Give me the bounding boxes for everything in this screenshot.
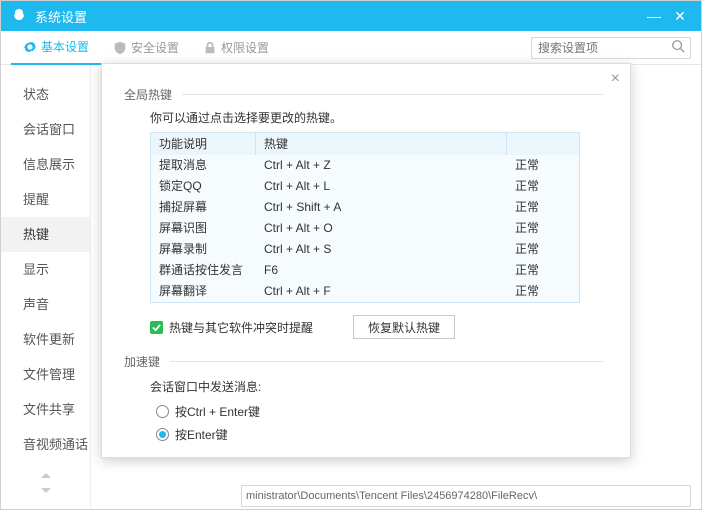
section-label: 全局热键 (124, 86, 172, 103)
lock-icon (203, 41, 217, 55)
radio-label: 按Ctrl + Enter键 (175, 403, 260, 420)
sidebar-item-update[interactable]: 软件更新 (1, 322, 90, 357)
cell-hotkey: Ctrl + Alt + Z (256, 155, 507, 176)
table-row[interactable]: 群通话按住发言F6正常 (151, 260, 579, 281)
radio-ctrl-enter[interactable]: 按Ctrl + Enter键 (156, 403, 604, 420)
cell-function: 锁定QQ (151, 176, 256, 197)
cell-function: 提取消息 (151, 155, 256, 176)
table-row[interactable]: 屏幕翻译Ctrl + Alt + F正常 (151, 281, 579, 302)
radio-icon (156, 405, 169, 418)
tab-label: 安全设置 (131, 39, 179, 56)
section-global-hotkeys: 全局热键 (124, 86, 604, 103)
cell-function: 屏幕识图 (151, 218, 256, 239)
titlebar: 系统设置 — ✕ (1, 1, 701, 31)
radio-enter[interactable]: 按Enter键 (156, 426, 604, 443)
tab-security-settings[interactable]: 安全设置 (101, 31, 191, 65)
header-status (507, 133, 579, 155)
sidebar-item-reminder[interactable]: 提醒 (1, 182, 90, 217)
section-label: 加速键 (124, 353, 160, 370)
global-hotkey-desc: 你可以通过点击选择要更改的热键。 (150, 109, 604, 126)
sidebar-item-av-call[interactable]: 音视频通话 (1, 427, 90, 462)
cell-hotkey: Ctrl + Alt + F (256, 281, 507, 302)
search-icon[interactable] (671, 39, 685, 56)
sidebar-item-chat-window[interactable]: 会话窗口 (1, 112, 90, 147)
restore-default-hotkeys-button[interactable]: 恢复默认热键 (353, 315, 455, 339)
cell-hotkey: Ctrl + Alt + O (256, 218, 507, 239)
cell-status: 正常 (507, 260, 579, 281)
header-hotkey: 热键 (256, 133, 507, 155)
search-wrap (531, 37, 691, 59)
file-path-field[interactable]: ministrator\Documents\Tencent Files\2456… (241, 485, 691, 507)
top-tabs: 基本设置 安全设置 权限设置 (1, 31, 701, 65)
sidebar-item-hotkey[interactable]: 热键 (1, 217, 90, 252)
checkmark-icon (150, 321, 163, 334)
cell-hotkey: Ctrl + Alt + L (256, 176, 507, 197)
hotkey-controls: 热键与其它软件冲突时提醒 恢复默认热键 (150, 315, 604, 339)
cell-function: 群通话按住发言 (151, 260, 256, 281)
section-accelerator: 加速键 (124, 353, 604, 370)
cell-status: 正常 (507, 239, 579, 260)
app-logo-icon (11, 8, 27, 24)
table-row[interactable]: 屏幕录制Ctrl + Alt + S正常 (151, 239, 579, 260)
sidebar-item-display[interactable]: 显示 (1, 252, 90, 287)
sidebar-scroll-indicator[interactable] (1, 462, 90, 496)
hotkey-table-body: 提取消息Ctrl + Alt + Z正常锁定QQCtrl + Alt + L正常… (151, 155, 579, 302)
sidebar-item-sound[interactable]: 声音 (1, 287, 90, 322)
dialog-close-button[interactable]: × (611, 70, 620, 88)
sidebar-item-status[interactable]: 状态 (1, 77, 90, 112)
table-row[interactable]: 捕捉屏幕Ctrl + Shift + A正常 (151, 197, 579, 218)
cell-status: 正常 (507, 176, 579, 197)
cell-status: 正常 (507, 218, 579, 239)
chevron-down-icon (41, 487, 51, 493)
header-function: 功能说明 (151, 133, 256, 155)
shield-icon (113, 41, 127, 55)
tab-label: 权限设置 (221, 39, 269, 56)
cell-hotkey: Ctrl + Alt + S (256, 239, 507, 260)
cell-hotkey: Ctrl + Shift + A (256, 197, 507, 218)
minimize-button[interactable]: — (641, 8, 667, 24)
cell-status: 正常 (507, 281, 579, 302)
hotkey-dialog: × 全局热键 你可以通过点击选择要更改的热键。 功能说明 热键 提取消息Ctrl… (101, 63, 631, 458)
hotkey-table: 功能说明 热键 提取消息Ctrl + Alt + Z正常锁定QQCtrl + A… (150, 132, 580, 303)
radio-label: 按Enter键 (175, 426, 228, 443)
table-row[interactable]: 锁定QQCtrl + Alt + L正常 (151, 176, 579, 197)
window-title: 系统设置 (35, 7, 641, 26)
radio-icon (156, 428, 169, 441)
cell-status: 正常 (507, 155, 579, 176)
sidebar: 状态 会话窗口 信息展示 提醒 热键 显示 声音 软件更新 文件管理 文件共享 … (1, 65, 91, 509)
cell-function: 屏幕翻译 (151, 281, 256, 302)
sidebar-item-file-manage[interactable]: 文件管理 (1, 357, 90, 392)
search-input[interactable] (531, 37, 691, 59)
cell-hotkey: F6 (256, 260, 507, 281)
table-row[interactable]: 屏幕识图Ctrl + Alt + O正常 (151, 218, 579, 239)
hotkey-table-header: 功能说明 热键 (151, 133, 579, 155)
divider (182, 94, 604, 95)
divider (170, 361, 604, 362)
sidebar-item-file-share[interactable]: 文件共享 (1, 392, 90, 427)
checkbox-label: 热键与其它软件冲突时提醒 (169, 319, 313, 336)
tab-privilege-settings[interactable]: 权限设置 (191, 31, 281, 65)
accelerator-label: 会话窗口中发送消息: (150, 378, 604, 395)
chevron-up-icon (41, 473, 51, 479)
sidebar-item-info-display[interactable]: 信息展示 (1, 147, 90, 182)
tab-label: 基本设置 (41, 38, 89, 55)
table-row[interactable]: 提取消息Ctrl + Alt + Z正常 (151, 155, 579, 176)
cell-function: 捕捉屏幕 (151, 197, 256, 218)
tab-basic-settings[interactable]: 基本设置 (11, 31, 101, 65)
settings-window: 系统设置 — ✕ 基本设置 安全设置 权限设置 状态 会话窗口 信息展示 提醒 (0, 0, 702, 510)
accelerator-group: 会话窗口中发送消息: 按Ctrl + Enter键 按Enter键 (150, 378, 604, 443)
gear-icon (23, 40, 37, 54)
conflict-reminder-checkbox[interactable]: 热键与其它软件冲突时提醒 (150, 319, 313, 336)
cell-function: 屏幕录制 (151, 239, 256, 260)
close-button[interactable]: ✕ (667, 8, 693, 25)
cell-status: 正常 (507, 197, 579, 218)
